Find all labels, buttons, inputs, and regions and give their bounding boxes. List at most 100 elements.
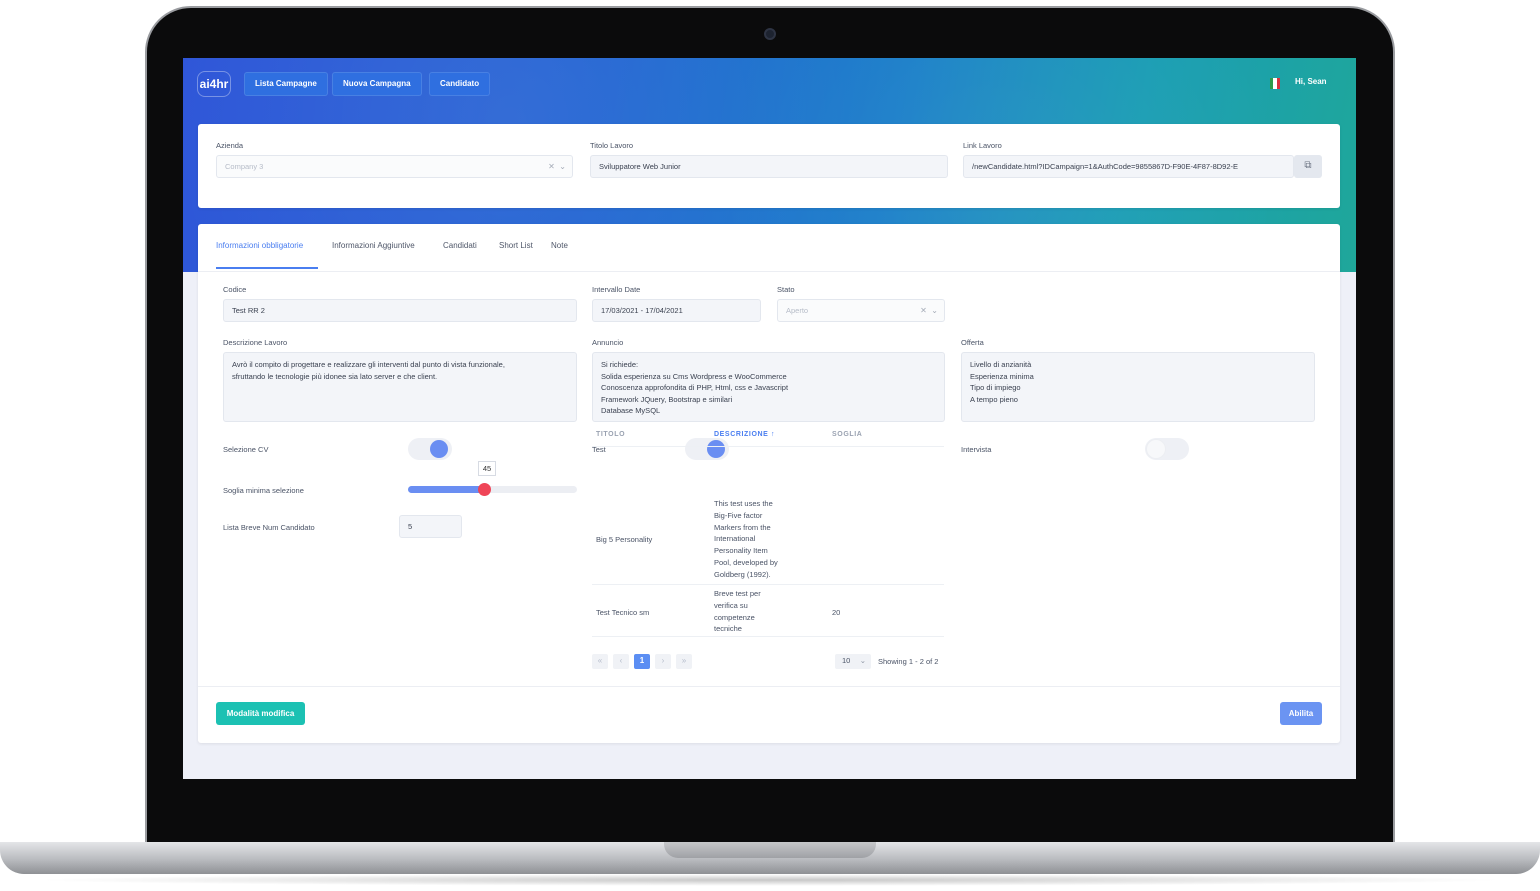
lista-breve-input[interactable]: 5 — [399, 515, 462, 538]
app-logo[interactable]: ai4hr — [197, 71, 231, 97]
desc-line: verifica su — [714, 600, 748, 610]
textarea-line: sfruttando le tecnologie più idonee sia … — [232, 371, 438, 381]
desc-line: tecniche — [714, 624, 742, 634]
intervista-label: Intervista — [961, 445, 992, 454]
modalita-modifica-button[interactable]: Modalità modifica — [216, 702, 305, 725]
codice-label: Codice — [223, 285, 247, 294]
link-lavoro-label: Link Lavoro — [963, 141, 1002, 150]
table-header-titolo[interactable]: TITOLO — [596, 431, 625, 438]
azienda-select[interactable]: Company 3 ✕ ⌄ — [216, 155, 573, 178]
intervallo-date-input[interactable]: 17/03/2021 - 17/04/2021 — [592, 299, 761, 322]
soglia-slider[interactable] — [408, 486, 577, 493]
active-tab-indicator — [216, 267, 318, 269]
azienda-value: Company 3 — [225, 162, 264, 171]
intervallo-date-label: Intervallo Date — [592, 285, 641, 294]
annuncio-textarea[interactable]: Si richiede: Solida esperienza su Cms Wo… — [592, 352, 945, 422]
tab-short-list[interactable]: Short List — [499, 241, 533, 250]
desc-line: Pool, developed by — [714, 557, 778, 567]
table-header-soglia[interactable]: SOGLIA — [832, 431, 862, 438]
textarea-line: Esperienza minima — [970, 371, 1034, 381]
row-2-titolo: Test Tecnico sm — [596, 608, 650, 617]
codice-input[interactable]: Test RR 2 — [223, 299, 577, 322]
desc-line: Goldberg (1992). — [714, 569, 771, 579]
desc-line: Personality Item — [714, 546, 768, 556]
descrizione-lavoro-textarea[interactable]: Avrò il compito di progettare e realizza… — [223, 352, 577, 422]
pagination-next-icon[interactable]: › — [655, 654, 671, 669]
toggle-knob — [707, 440, 725, 458]
tab-note[interactable]: Note — [551, 241, 568, 250]
camera-icon — [764, 28, 776, 40]
table-header-divider — [592, 446, 944, 447]
user-greeting[interactable]: Hi, Sean — [1295, 77, 1327, 86]
tab-candidati[interactable]: Candidati — [443, 241, 477, 250]
pagination-prev-icon[interactable]: ‹ — [613, 654, 629, 669]
lista-breve-label: Lista Breve Num Candidato — [223, 523, 315, 532]
nav-nuova-campagna-button[interactable]: Nuova Campagna — [332, 72, 422, 96]
pagination-summary: Showing 1 - 2 of 2 — [878, 657, 939, 666]
chevron-down-icon: ⌄ — [859, 656, 866, 665]
slider-thumb[interactable] — [477, 483, 491, 496]
descrizione-lavoro-label: Descrizione Lavoro — [223, 338, 288, 347]
textarea-line: Solida esperienza su Cms Wordpress e Woo… — [601, 371, 787, 381]
abilita-button[interactable]: Abilita — [1280, 702, 1322, 725]
toggle-knob — [430, 440, 448, 458]
desc-line: Breve test per — [714, 589, 761, 598]
desc-line: Big-Five factor — [714, 510, 763, 520]
slider-value-tooltip: 45 — [478, 461, 496, 476]
row-2-descrizione: Breve test per verifica su competenze te… — [714, 588, 761, 635]
textarea-line: Conoscenza approfondita di PHP, Html, cs… — [601, 383, 789, 392]
nav-lista-campagne-button[interactable]: Lista Campagne — [244, 72, 328, 96]
app-screen: ai4hr Lista Campagne Nuova Campagna Cand… — [183, 58, 1356, 779]
row-1-descrizione: This test uses the Big-Five factor Marke… — [714, 498, 778, 581]
desc-line: This test uses the — [714, 499, 773, 508]
intervista-toggle[interactable] — [1145, 438, 1189, 460]
footer-divider — [198, 686, 1340, 687]
pagination-last-icon[interactable]: » — [676, 654, 692, 669]
textarea-line: Tipo di impiego — [970, 383, 1021, 392]
stato-label: Stato — [777, 285, 795, 294]
campaign-header-card: Azienda Company 3 ✕ ⌄ Titolo Lavoro Svil… — [198, 124, 1340, 208]
campaign-form-card: Informazioni obbligatorie Informazioni A… — [198, 224, 1340, 743]
slider-fill — [408, 486, 485, 493]
copy-icon[interactable]: ⧉ — [1294, 155, 1322, 178]
laptop-notch — [664, 842, 876, 858]
textarea-line: Livello di anzianità — [970, 360, 1032, 369]
azienda-label: Azienda — [216, 141, 244, 150]
textarea-line: Database MySQL — [601, 406, 661, 415]
sort-arrow-icon: ↑ — [771, 431, 776, 438]
tab-divider — [198, 271, 1340, 272]
pagination-first-icon[interactable]: « — [592, 654, 608, 669]
desc-line: Markers from the — [714, 522, 771, 532]
textarea-line: Si richiede: — [601, 360, 639, 369]
titolo-lavoro-input[interactable]: Sviluppatore Web Junior — [590, 155, 948, 178]
selezione-cv-label: Selezione CV — [223, 445, 269, 454]
row-divider — [592, 636, 944, 637]
textarea-line: Framework JQuery, Bootstrap e similari — [601, 394, 733, 404]
pagination-current-page[interactable]: 1 — [634, 654, 650, 669]
table-header-descrizione-label: DESCRIZIONE — [714, 431, 769, 438]
soglia-minima-label: Soglia minima selezione — [223, 486, 304, 495]
per-page-select[interactable]: 10 ⌄ — [835, 654, 871, 669]
annuncio-label: Annuncio — [592, 338, 624, 347]
stato-value: Aperto — [786, 306, 809, 315]
per-page-value: 10 — [842, 656, 851, 665]
nav-candidato-button[interactable]: Candidato — [429, 72, 491, 96]
textarea-line: A tempo pieno — [970, 394, 1018, 404]
clear-chevron-icon[interactable]: ✕ ⌄ — [920, 300, 938, 321]
textarea-line: Avrò il compito di progettare e realizza… — [232, 360, 505, 369]
toggle-knob — [1147, 440, 1165, 458]
desc-line: competenze — [714, 612, 755, 622]
row-1-titolo: Big 5 Personality — [596, 535, 653, 544]
table-header-descrizione[interactable]: DESCRIZIONE ↑ — [714, 431, 775, 438]
clear-chevron-icon[interactable]: ✕ ⌄ — [548, 156, 566, 177]
test-toggle[interactable] — [685, 438, 729, 460]
italian-flag-icon[interactable] — [1270, 78, 1280, 89]
stato-select[interactable]: Aperto ✕ ⌄ — [777, 299, 945, 322]
tab-informazioni-aggiuntive[interactable]: Informazioni Aggiuntive — [332, 241, 415, 250]
titolo-lavoro-label: Titolo Lavoro — [590, 141, 634, 150]
offerta-textarea[interactable]: Livello di anzianità Esperienza minima T… — [961, 352, 1315, 422]
link-lavoro-input[interactable]: /newCandidate.html?IDCampaign=1&AuthCode… — [963, 155, 1294, 178]
offerta-label: Offerta — [961, 338, 984, 347]
selezione-cv-toggle[interactable] — [408, 438, 452, 460]
tab-informazioni-obbligatorie[interactable]: Informazioni obbligatorie — [216, 241, 303, 250]
